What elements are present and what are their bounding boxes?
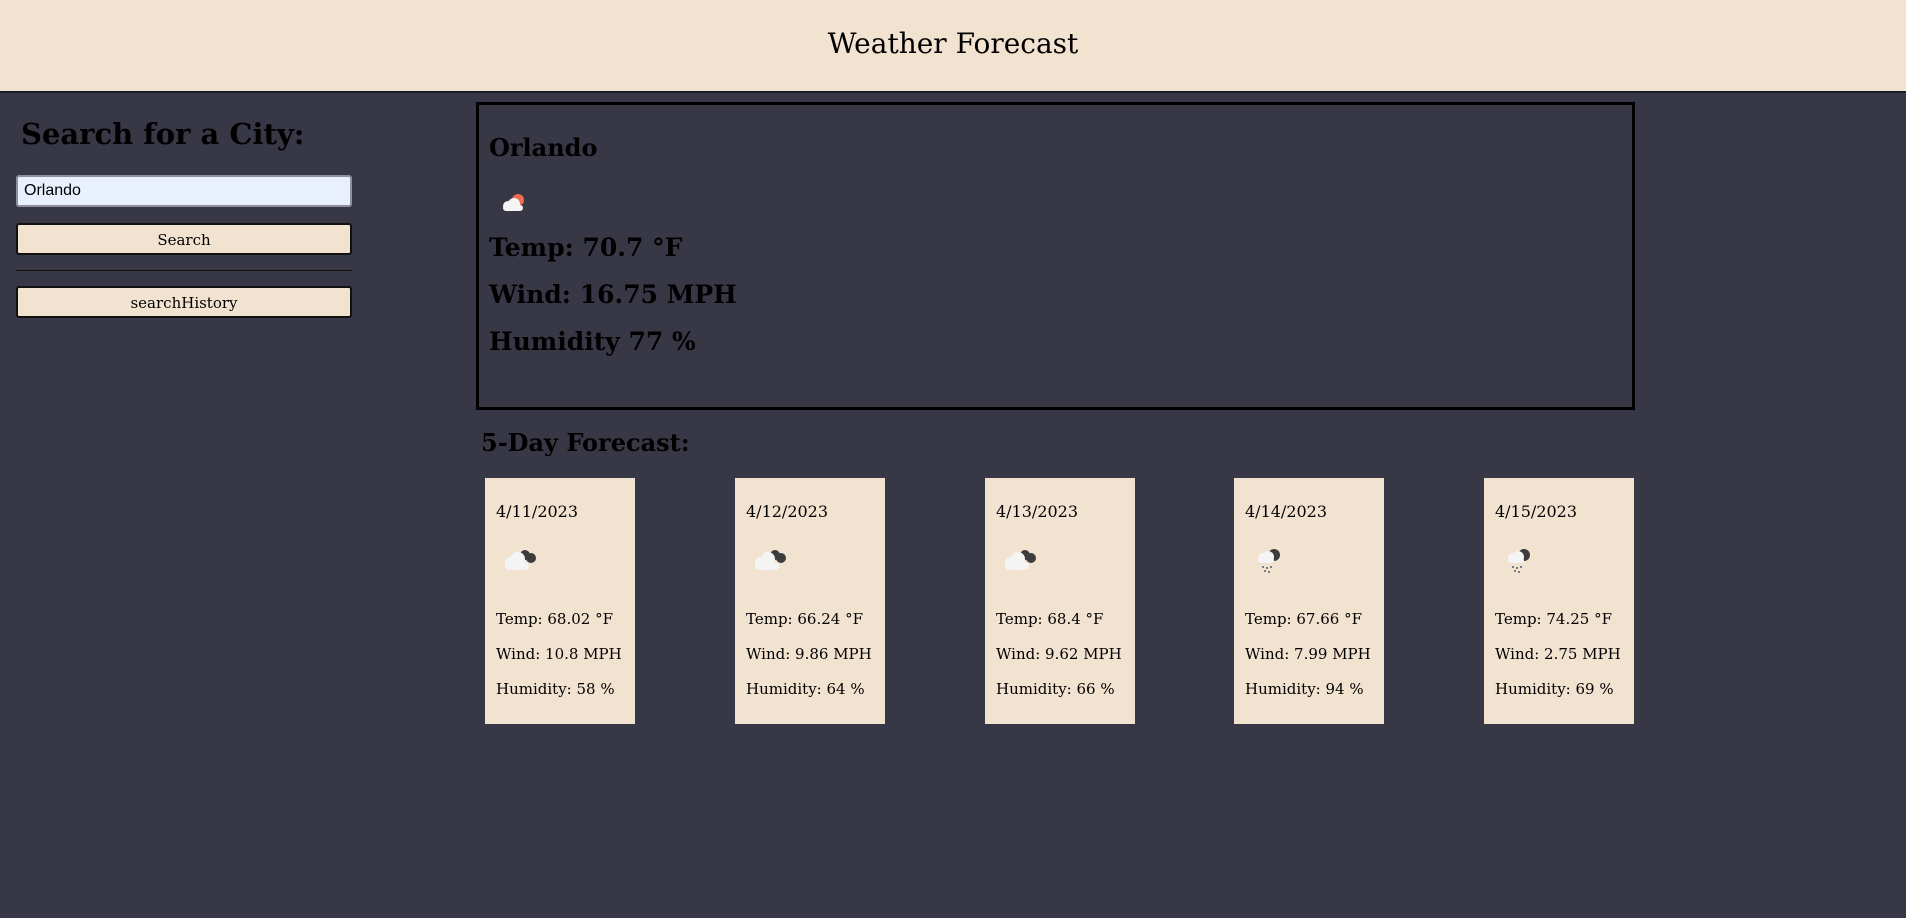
forecast-temp: Temp: 67.66 °F	[1245, 610, 1362, 628]
search-history-button[interactable]: searchHistory	[16, 286, 352, 318]
forecast-humidity: Humidity: 94 %	[1245, 680, 1364, 698]
rain-cloud-icon	[1498, 546, 1538, 580]
forecast-card: 4/12/2023 Temp: 66.24 °F Wind: 9.86 MPH …	[735, 478, 885, 724]
page-title: Weather Forecast	[827, 27, 1079, 60]
forecast-wind: Wind: 2.75 MPH	[1495, 645, 1621, 663]
search-sidebar: Search for a City: Search searchHistory	[16, 93, 352, 318]
current-weather-panel: Orlando Temp: 70.7 °F Wind: 16.75 MPH Hu…	[476, 102, 1635, 410]
forecast-humidity: Humidity: 69 %	[1495, 680, 1614, 698]
sidebar-divider	[16, 270, 352, 271]
current-wind: Wind: 16.75 MPH	[489, 280, 737, 309]
forecast-temp: Temp: 74.25 °F	[1495, 610, 1612, 628]
forecast-temp: Temp: 68.02 °F	[496, 610, 613, 628]
broken-clouds-icon	[749, 546, 789, 576]
forecast-date: 4/15/2023	[1495, 502, 1578, 521]
forecast-card: 4/15/2023 Temp: 74.25 °F Wind: 2.75 MPH …	[1484, 478, 1634, 724]
sun-behind-cloud-icon	[497, 191, 529, 219]
current-city-name: Orlando	[489, 133, 598, 162]
forecast-date: 4/14/2023	[1245, 502, 1328, 521]
forecast-card: 4/11/2023 Temp: 68.02 °F Wind: 10.8 MPH …	[485, 478, 635, 724]
forecast-temp: Temp: 68.4 °F	[996, 610, 1104, 628]
forecast-wind: Wind: 10.8 MPH	[496, 645, 622, 663]
forecast-wind: Wind: 9.62 MPH	[996, 645, 1122, 663]
broken-clouds-icon	[999, 546, 1039, 576]
forecast-wind: Wind: 7.99 MPH	[1245, 645, 1371, 663]
forecast-date: 4/12/2023	[746, 502, 829, 521]
site-header: Weather Forecast	[0, 0, 1906, 93]
forecast-card: 4/13/2023 Temp: 68.4 °F Wind: 9.62 MPH H…	[985, 478, 1135, 724]
city-search-input[interactable]	[16, 175, 352, 207]
forecast-humidity: Humidity: 58 %	[496, 680, 615, 698]
forecast-humidity: Humidity: 64 %	[746, 680, 865, 698]
current-humidity: Humidity 77 %	[489, 327, 696, 356]
forecast-date: 4/13/2023	[996, 502, 1079, 521]
forecast-date: 4/11/2023	[496, 502, 579, 521]
current-temp: Temp: 70.7 °F	[489, 233, 683, 262]
rain-cloud-icon	[1248, 546, 1288, 580]
forecast-title: 5-Day Forecast:	[481, 428, 690, 457]
forecast-card: 4/14/2023 Temp: 67.66 °F Wind: 7.99 MPH …	[1234, 478, 1384, 724]
search-button[interactable]: Search	[16, 223, 352, 255]
forecast-wind: Wind: 9.86 MPH	[746, 645, 872, 663]
forecast-temp: Temp: 66.24 °F	[746, 610, 863, 628]
search-heading: Search for a City:	[21, 117, 305, 151]
forecast-humidity: Humidity: 66 %	[996, 680, 1115, 698]
broken-clouds-icon	[499, 546, 539, 576]
